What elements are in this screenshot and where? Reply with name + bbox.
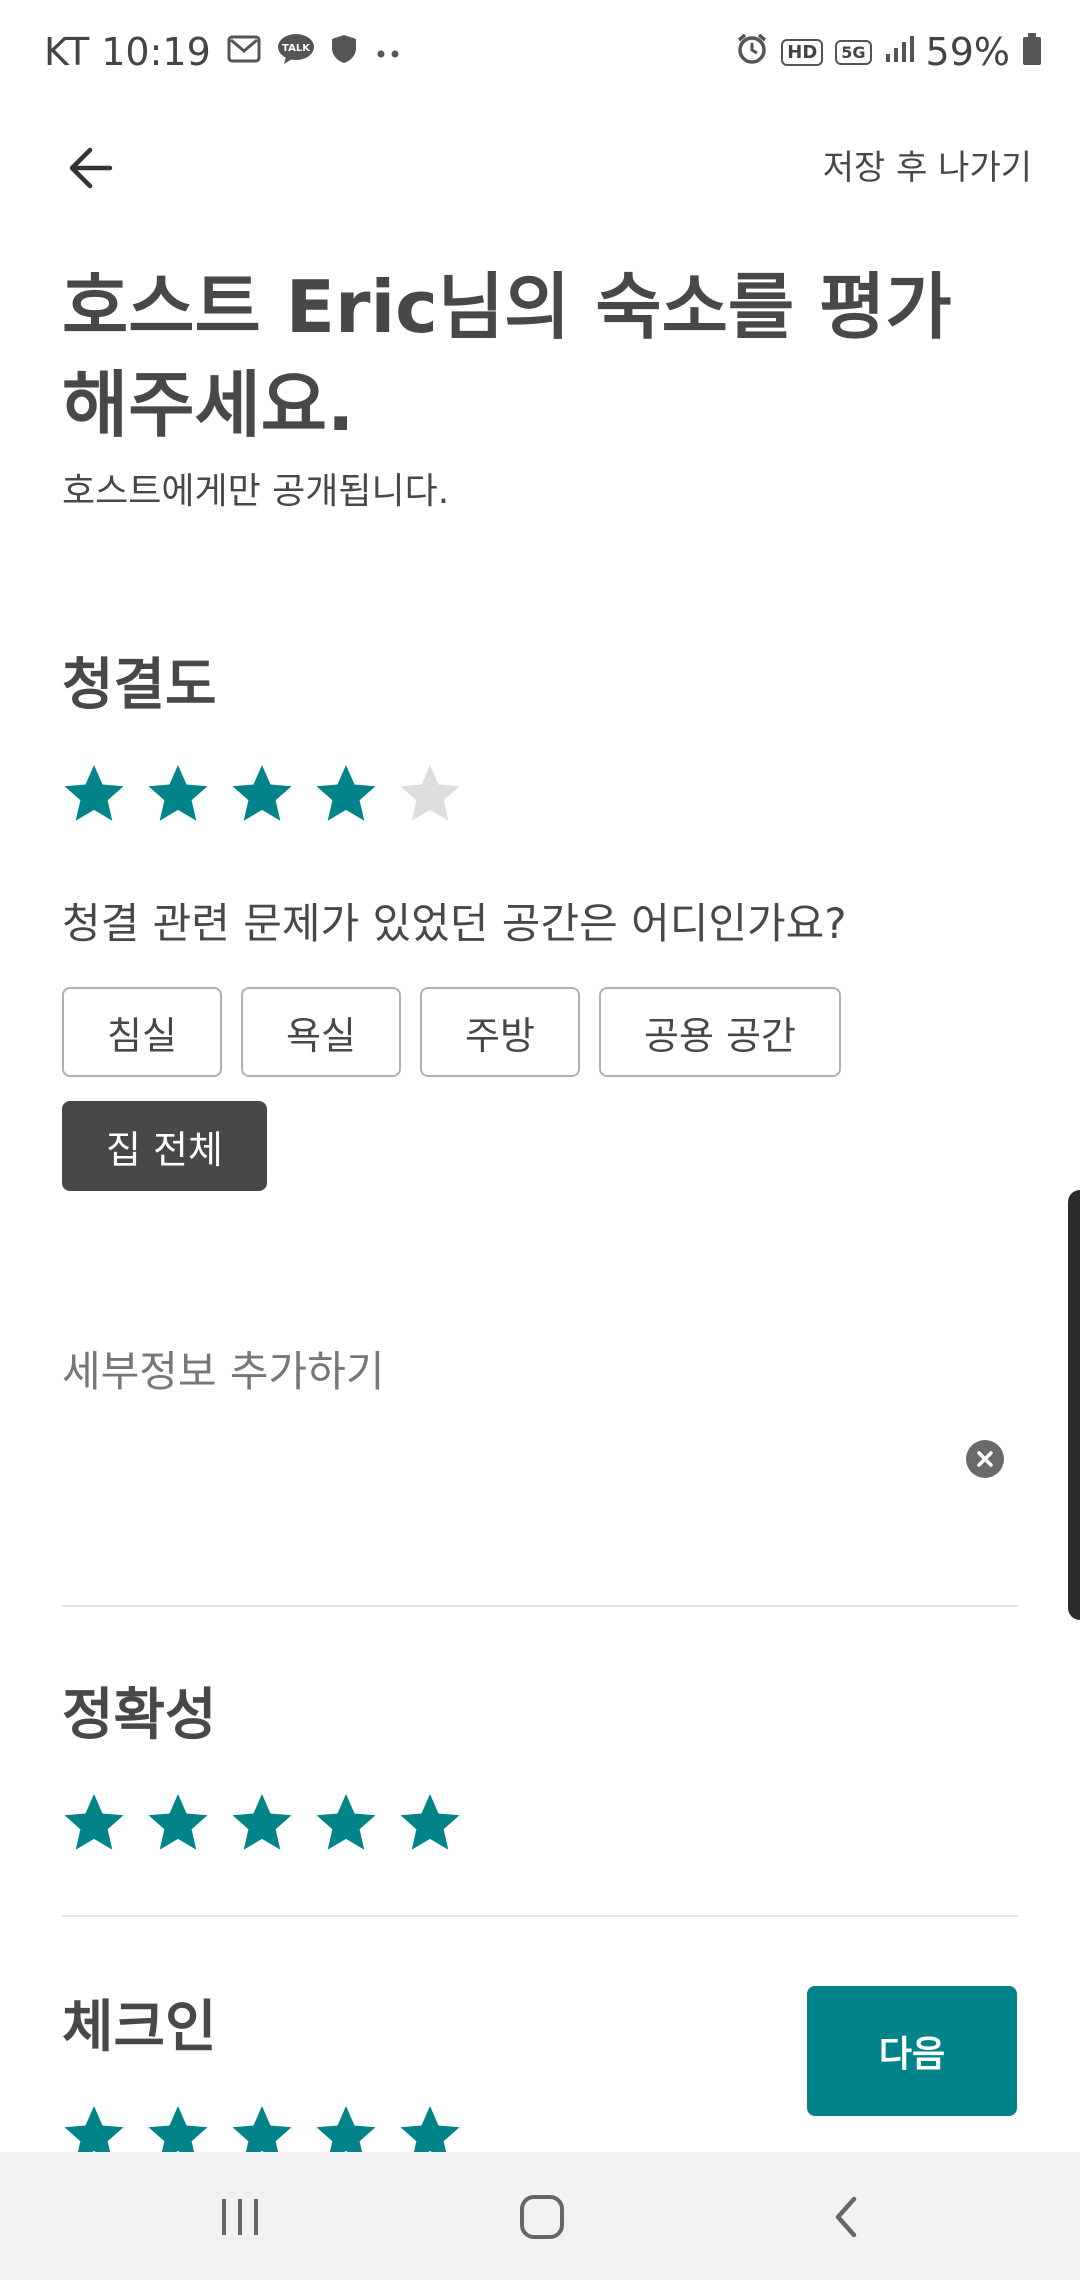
save-and-exit-button[interactable]: 저장 후 나가기	[823, 140, 1032, 189]
recent-apps-icon	[222, 2199, 258, 2235]
back-button[interactable]	[62, 138, 122, 198]
alarm-icon	[735, 32, 769, 73]
page-title: 호스트 Eric님의 숙소를 평가해주세요.	[62, 265, 952, 447]
divider	[62, 1605, 1018, 1607]
next-button[interactable]: 다음	[807, 1986, 1017, 2116]
signal-icon	[884, 34, 914, 71]
hd-icon: HD	[781, 38, 824, 66]
page-subtitle: 호스트에게만 공개됩니다.	[62, 471, 450, 512]
5g-icon: 5G	[835, 39, 872, 65]
clear-input-button[interactable]	[966, 1440, 1004, 1478]
status-bar-right: HD 5G 59%	[735, 30, 1042, 74]
star-filled-icon[interactable]	[230, 762, 294, 826]
rating-stars-accuracy	[62, 1791, 462, 1855]
gmail-icon	[227, 35, 261, 70]
home-icon	[520, 2195, 564, 2239]
details-input[interactable]: 세부정보 추가하기	[62, 1338, 384, 1399]
star-empty-icon[interactable]	[398, 762, 462, 826]
section-title-accuracy: 정확성	[62, 1683, 217, 1748]
chip-kitchen[interactable]: 주방	[420, 987, 580, 1077]
chip-bathroom[interactable]: 욕실	[241, 987, 401, 1077]
star-filled-icon[interactable]	[62, 762, 126, 826]
star-filled-icon[interactable]	[146, 1791, 210, 1855]
arrow-left-icon	[69, 147, 113, 189]
rating-stars-cleanliness	[62, 762, 462, 826]
cleanliness-question: 청결 관련 문제가 있었던 공간은 어디인가요?	[62, 899, 847, 948]
top-bar: 저장 후 나가기	[0, 120, 1080, 220]
kakaotalk-icon: TALK	[277, 33, 315, 72]
status-bar: KT 10:19 TALK HD 5G 59%	[0, 0, 1080, 110]
star-filled-icon[interactable]	[314, 762, 378, 826]
navigation-bar	[0, 2152, 1080, 2280]
star-filled-icon[interactable]	[398, 1791, 462, 1855]
status-bar-left: KT 10:19 TALK	[44, 30, 403, 74]
more-dots-icon	[373, 37, 403, 67]
section-title-cleanliness: 청결도	[62, 653, 217, 718]
recent-apps-button[interactable]	[200, 2182, 280, 2252]
battery-icon	[1022, 32, 1042, 73]
close-icon	[977, 1451, 993, 1467]
chip-common-space[interactable]: 공용 공간	[599, 987, 841, 1077]
chip-entire-home[interactable]: 집 전체	[62, 1101, 267, 1191]
star-filled-icon[interactable]	[230, 1791, 294, 1855]
carrier-time: KT 10:19	[44, 30, 211, 74]
talk-badge: TALK	[282, 43, 311, 54]
star-filled-icon[interactable]	[62, 1791, 126, 1855]
star-filled-icon[interactable]	[146, 762, 210, 826]
system-back-button[interactable]	[806, 2182, 886, 2252]
chip-bedroom[interactable]: 침실	[62, 987, 222, 1077]
scroll-handle[interactable]	[1068, 1190, 1080, 1620]
divider	[62, 1915, 1018, 1917]
battery-percent: 59%	[925, 30, 1010, 74]
chevron-left-icon	[835, 2196, 857, 2238]
section-title-checkin: 체크인	[62, 1995, 217, 2060]
shield-icon	[331, 34, 357, 71]
home-button[interactable]	[502, 2182, 582, 2252]
star-filled-icon[interactable]	[314, 1791, 378, 1855]
